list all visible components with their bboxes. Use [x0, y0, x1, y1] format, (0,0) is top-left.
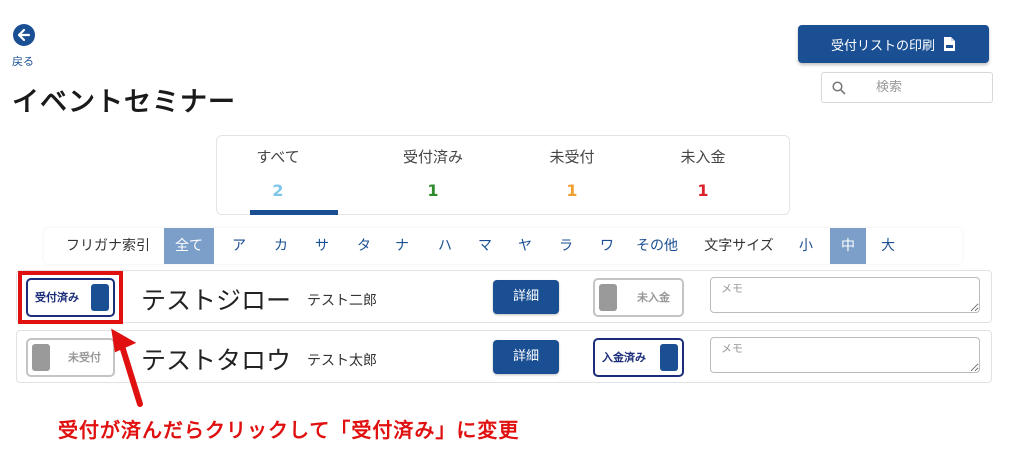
memo-field[interactable] [710, 277, 980, 313]
attendee-name: テストジロー [141, 286, 292, 315]
annotation-caption: 受付が済んだらクリックして「受付済み」に変更 [58, 418, 520, 442]
index-item-ya[interactable]: ヤ [506, 228, 544, 264]
index-item-wa[interactable]: ワ [588, 228, 626, 264]
pdf-file-icon [944, 37, 955, 51]
search-icon [832, 80, 846, 95]
stat-value: 1 [566, 181, 578, 200]
furigana-index-bar: フリガナ索引 全て ア カ サ タ ナ ハ マ ヤ ラ ワ その他 文字サイズ … [44, 228, 962, 264]
stat-unpaid[interactable]: 未入金 1 [642, 136, 764, 215]
attendee-kana: テスト二郎 [307, 293, 377, 309]
stat-value: 1 [427, 181, 439, 200]
font-size-label: 文字サイズ [704, 238, 774, 254]
toggle-knob [32, 344, 50, 371]
attendee-row: 未受付 テストタロウ テスト太郎 詳細 入金済み [16, 330, 992, 383]
stat-label: 受付済み [402, 148, 463, 166]
index-item-ta[interactable]: タ [345, 228, 383, 264]
font-size-large[interactable]: 大 [870, 228, 906, 264]
search-input[interactable] [876, 80, 986, 95]
memo-field[interactable] [710, 337, 980, 373]
detail-button[interactable]: 詳細 [493, 280, 559, 314]
stat-all[interactable]: すべて 2 [217, 136, 339, 215]
index-item-all[interactable]: 全て [164, 228, 214, 264]
print-list-button[interactable]: 受付リストの印刷 [798, 25, 989, 63]
attendee-kana: テスト太郎 [307, 353, 377, 369]
attendee-row: 受付済み テストジロー テスト二郎 詳細 未入金 [16, 270, 992, 323]
font-size-small[interactable]: 小 [788, 228, 824, 264]
stat-label: 未受付 [549, 148, 595, 166]
payment-toggle-label: 未入金 [637, 291, 670, 304]
back-label: 戻る [12, 55, 34, 68]
toggle-knob [660, 344, 678, 371]
back-arrow-icon [13, 24, 35, 46]
index-label: フリガナ索引 [66, 238, 150, 254]
stat-value: 1 [697, 181, 709, 200]
stat-label: すべて [256, 148, 300, 166]
index-item-a[interactable]: ア [220, 228, 258, 264]
annotation-arrow-icon [111, 328, 143, 407]
stat-received[interactable]: 受付済み 1 [372, 136, 494, 215]
stat-not-received[interactable]: 未受付 1 [511, 136, 633, 215]
toggle-knob [599, 284, 617, 311]
back-button[interactable]: 戻る [12, 24, 52, 70]
payment-toggle[interactable]: 未入金 [593, 278, 684, 317]
index-item-ma[interactable]: マ [466, 228, 504, 264]
search-box[interactable] [821, 72, 993, 103]
detail-button[interactable]: 詳細 [493, 340, 559, 374]
payment-toggle[interactable]: 入金済み [593, 338, 684, 377]
stat-label: 未入金 [680, 148, 726, 166]
active-tab-indicator [250, 210, 338, 215]
index-item-na[interactable]: ナ [383, 228, 421, 264]
index-item-ha[interactable]: ハ [426, 228, 464, 264]
reception-toggle-label: 未受付 [68, 351, 101, 364]
payment-toggle-label: 入金済み [602, 351, 646, 364]
attendee-name: テストタロウ [141, 346, 292, 375]
page-title: イベントセミナー [12, 87, 236, 118]
print-button-label: 受付リストの印刷 [830, 38, 935, 54]
index-item-ka[interactable]: カ [262, 228, 300, 264]
index-item-sa[interactable]: サ [303, 228, 341, 264]
stat-value: 2 [272, 181, 284, 200]
annotation-highlight-box [18, 271, 123, 324]
index-item-other[interactable]: その他 [628, 228, 686, 264]
status-summary: すべて 2 受付済み 1 未受付 1 未入金 1 [216, 135, 790, 215]
font-size-medium[interactable]: 中 [830, 228, 866, 264]
index-item-ra[interactable]: ラ [547, 228, 585, 264]
